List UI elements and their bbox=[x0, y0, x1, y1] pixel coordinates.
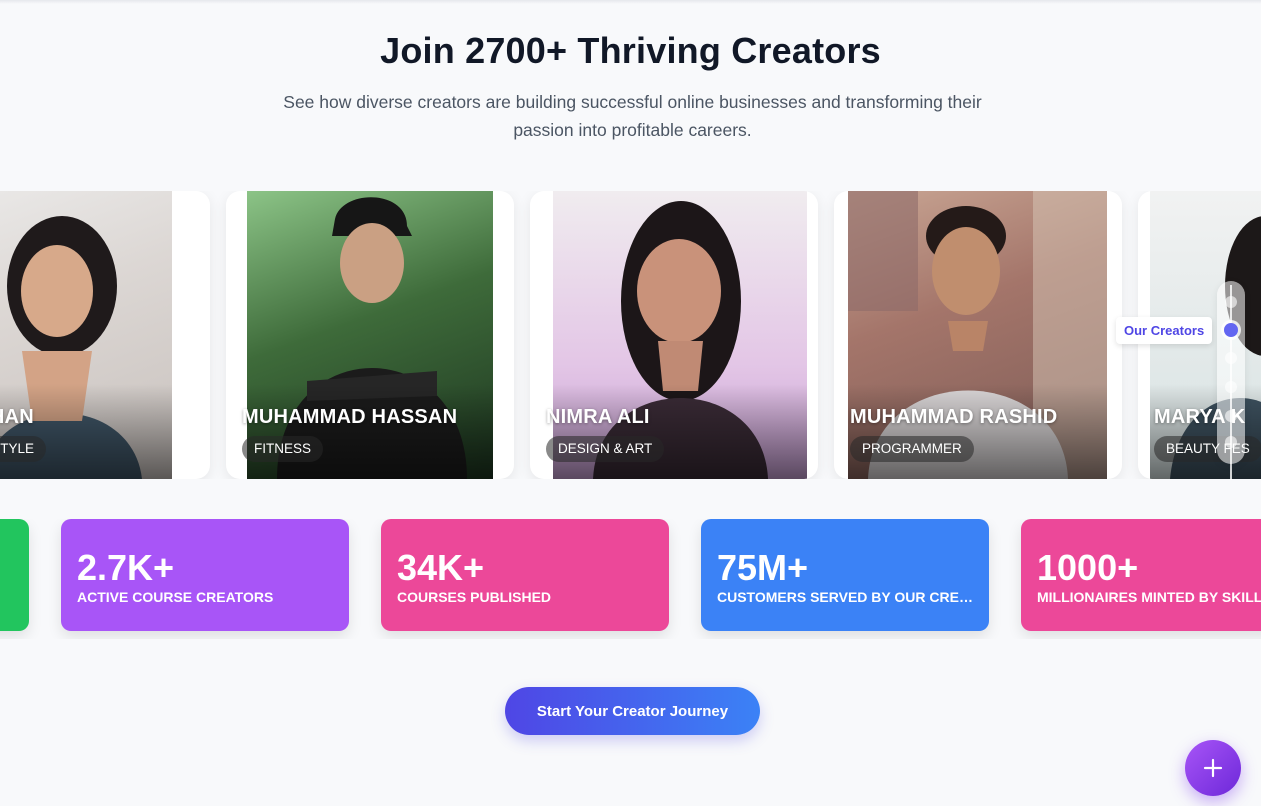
header-shadow bbox=[0, 0, 1261, 4]
section-nav-dot[interactable] bbox=[1225, 296, 1237, 308]
stat-value: 75M+ bbox=[717, 547, 809, 588]
creator-name: NIMRA ALI bbox=[546, 406, 650, 428]
creator-category-badge: DESIGN & ART bbox=[546, 436, 665, 462]
section-nav-tooltip: Our Creators bbox=[1116, 317, 1213, 344]
creator-name: MUHAMMAD RASHID bbox=[850, 406, 1058, 428]
stat-value: 34K+ bbox=[397, 547, 485, 588]
section-nav-dot[interactable] bbox=[1225, 410, 1237, 422]
stat-card: 2.7K+ ACTIVE COURSE CREATORS bbox=[61, 519, 349, 631]
stat-card: 75M+ CUSTOMERS SERVED BY OUR CREATORS bbox=[701, 519, 989, 631]
stat-card: 34K+ COURSES PUBLISHED bbox=[381, 519, 669, 631]
creator-card[interactable]: MUHAMMAD RASHID PROGRAMMER bbox=[834, 191, 1122, 479]
creator-category-badge: FITNESS bbox=[242, 436, 324, 462]
section-nav-dot[interactable] bbox=[1225, 381, 1237, 393]
stat-card: 1000+ MILLIONAIRES MINTED BY SKILLBA bbox=[1021, 519, 1261, 631]
creator-card[interactable]: NIMRA ALI DESIGN & ART bbox=[530, 191, 818, 479]
stat-value: 1000+ bbox=[1037, 547, 1139, 588]
section-nav-dot[interactable] bbox=[1225, 436, 1237, 448]
creator-card[interactable]: AM KHAN & LIFESTYLE bbox=[0, 191, 210, 479]
section-nav-dot[interactable] bbox=[1225, 352, 1237, 364]
stat-label: COURSES PUBLISHED bbox=[397, 589, 552, 605]
creator-name: MUHAMMAD HASSAN bbox=[242, 406, 458, 428]
stat-label: MILLIONAIRES MINTED BY SKILLBA bbox=[1037, 589, 1261, 605]
page-title: Join 2700+ Thriving Creators bbox=[380, 30, 881, 71]
creator-category-badge: & LIFESTYLE bbox=[0, 436, 47, 462]
plus-icon bbox=[1203, 758, 1223, 778]
page-subtitle: See how diverse creators are building su… bbox=[283, 92, 982, 140]
creator-category-badge: PROGRAMMER bbox=[850, 436, 974, 462]
creators-carousel: AM KHAN & LIFESTYLE MUHAMMAD HASSAN FITN… bbox=[0, 191, 1261, 479]
stats-carousel: 2.7K+ ACTIVE COURSE CREATORS 34K+ COURSE… bbox=[0, 519, 1261, 639]
stat-label: CUSTOMERS SERVED BY OUR CREATORS bbox=[717, 589, 977, 605]
stat-card bbox=[0, 519, 29, 631]
floating-action-button[interactable] bbox=[1185, 740, 1241, 796]
creator-card[interactable]: MUHAMMAD HASSAN FITNESS bbox=[226, 191, 514, 479]
stat-label: ACTIVE COURSE CREATORS bbox=[77, 589, 274, 605]
start-creator-journey-button[interactable]: Start Your Creator Journey bbox=[505, 687, 760, 735]
section-nav-dot-active[interactable] bbox=[1224, 323, 1238, 337]
creator-name: AM KHAN bbox=[0, 406, 34, 428]
stat-value: 2.7K+ bbox=[77, 547, 175, 588]
